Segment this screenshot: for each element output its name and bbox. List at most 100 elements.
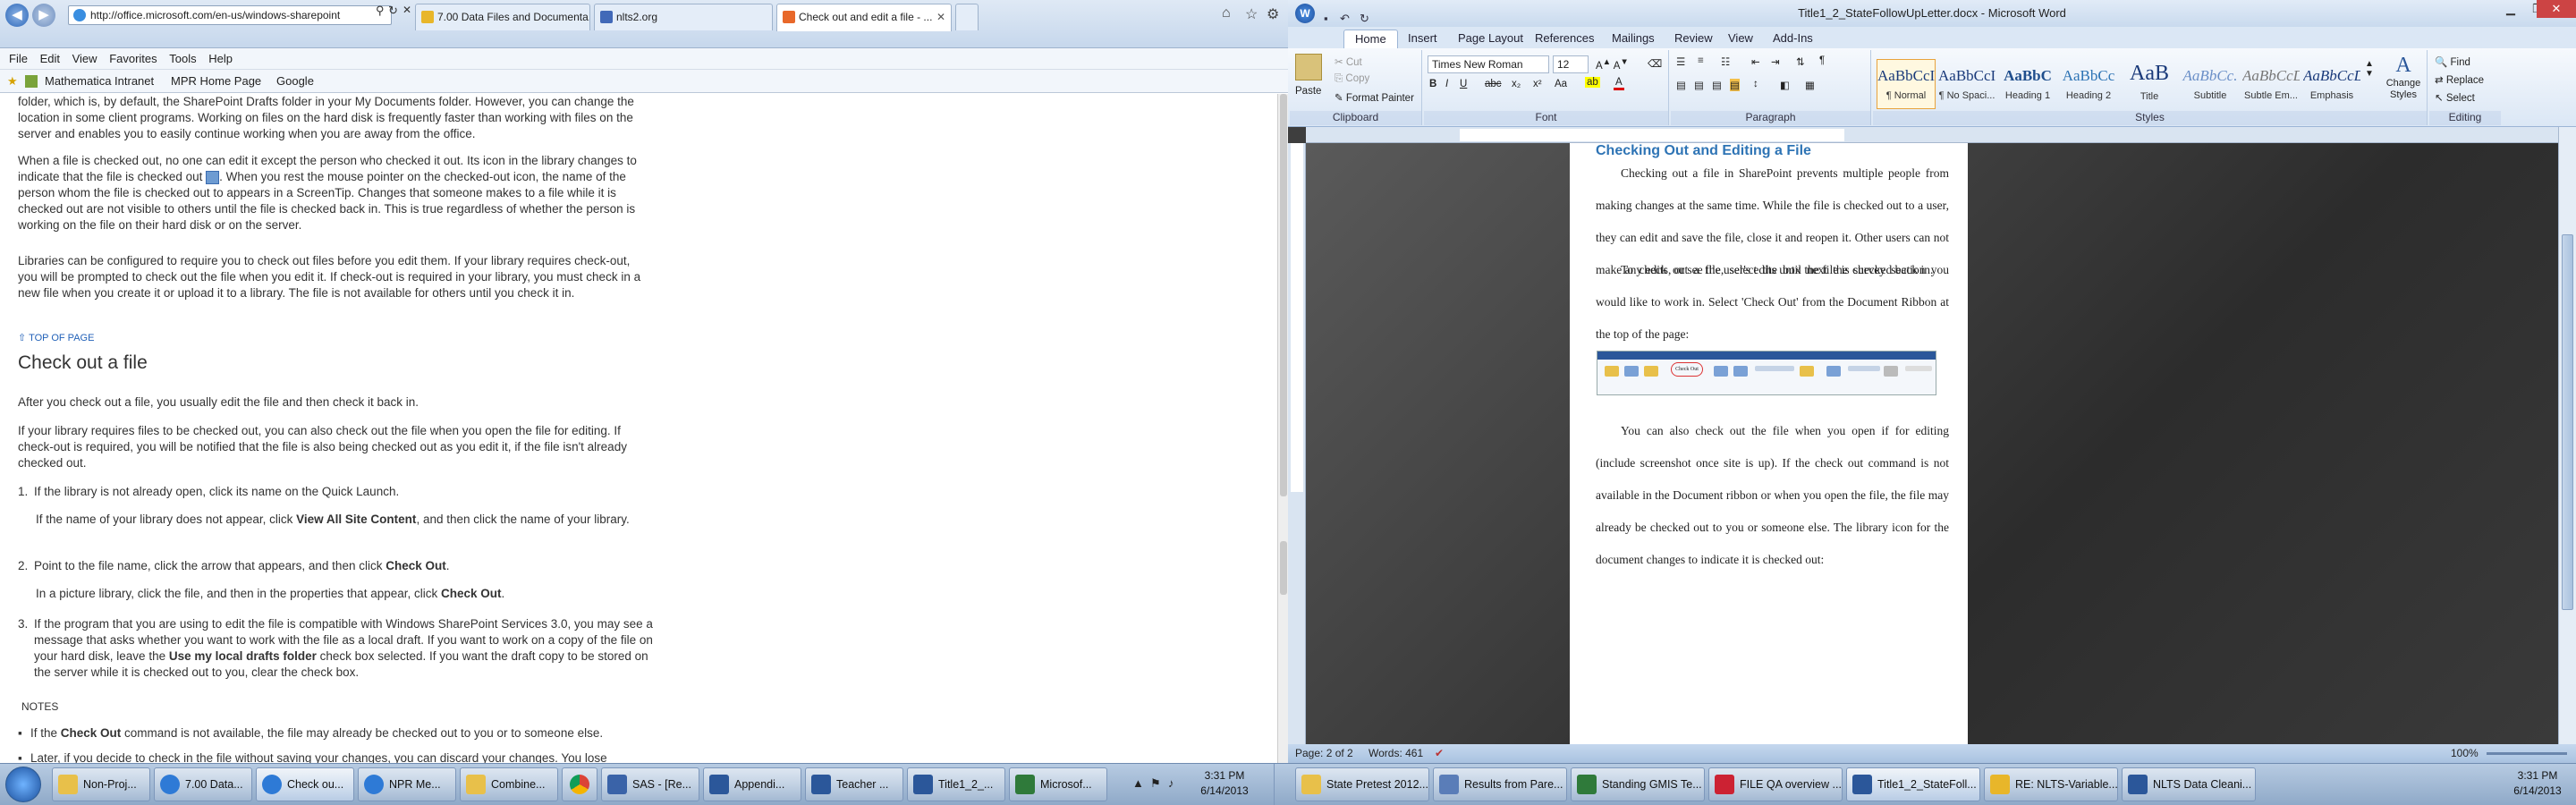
tab-insert[interactable]: Insert	[1397, 30, 1448, 48]
word-vertical-scrollbar[interactable]	[2558, 127, 2576, 744]
forward-button[interactable]: ▶	[32, 4, 55, 27]
styles-scroll-icon[interactable]: ▲ ▼	[2365, 59, 2374, 79]
back-button[interactable]: ◀	[5, 4, 29, 27]
font-name-select[interactable]: Times New Roman	[1428, 55, 1549, 73]
gear-icon[interactable]: ⚙	[1267, 5, 1279, 23]
top-of-page-link[interactable]: ⇧ TOP OF PAGE	[18, 330, 94, 346]
menu-help[interactable]: Help	[199, 48, 233, 65]
tray-flag-icon[interactable]: ⚑	[1150, 776, 1161, 791]
show-desktop-button[interactable]	[1274, 764, 1286, 805]
taskbar-re-nlts[interactable]: RE: NLTS-Variable...	[1984, 767, 2118, 801]
line-spacing-icon[interactable]: ↕	[1753, 79, 1758, 89]
zoom-level[interactable]: 100%	[2451, 744, 2479, 763]
strikethrough-icon[interactable]: abc	[1485, 79, 1502, 89]
tab-nlts2[interactable]: nlts2.org	[594, 4, 773, 30]
close-tab-icon[interactable]: ✕	[936, 4, 945, 30]
menu-favorites[interactable]: Favorites	[100, 48, 157, 65]
tab-data-files[interactable]: 7.00 Data Files and Documenta...	[415, 4, 590, 30]
favorites-star-icon[interactable]: ☆	[1245, 5, 1258, 23]
clock[interactable]: 3:31 PM 6/14/2013	[2506, 768, 2569, 799]
align-left-icon[interactable]: ▤	[1676, 79, 1686, 91]
underline-icon[interactable]: U	[1460, 79, 1467, 89]
taskbar-title1[interactable]: Title1_2_...	[907, 767, 1005, 801]
taskbar-npr[interactable]: NPR Me...	[358, 767, 456, 801]
document-page[interactable]: Checking Out and Editing a File Checking…	[1570, 143, 1968, 744]
taskbar-results[interactable]: Results from Pare...	[1433, 767, 1567, 801]
clock[interactable]: 3:31 PM 6/14/2013	[1193, 768, 1256, 799]
style-emphasis[interactable]: AaBbCcD Emphasis	[2302, 59, 2361, 109]
horizontal-ruler[interactable]	[1306, 127, 2558, 143]
scroll-thumb[interactable]	[2562, 234, 2573, 610]
taskbar-standing-gmis[interactable]: Standing GMIS Te...	[1571, 767, 1705, 801]
taskbar-check-out[interactable]: Check ou...	[256, 767, 354, 801]
link-text[interactable]: TOP OF PAGE	[29, 333, 94, 343]
taskbar-sas[interactable]: SAS - [Re...	[601, 767, 699, 801]
menu-file[interactable]: File	[0, 48, 28, 65]
copy-button[interactable]: ⎘ Copy	[1335, 73, 1369, 85]
select-button[interactable]: ↖ Select	[2435, 91, 2475, 104]
stop-icon[interactable]: ✕	[402, 4, 411, 16]
borders-icon[interactable]: ▦	[1805, 79, 1815, 91]
increase-indent-icon[interactable]: ⇥	[1771, 55, 1780, 68]
tab-check-out[interactable]: Check out and edit a file - ... ✕	[776, 4, 952, 31]
font-size-select[interactable]: 12	[1553, 55, 1589, 73]
show-marks-icon[interactable]: ¶	[1819, 55, 1825, 66]
replace-button[interactable]: ⇄ Replace	[2435, 73, 2484, 86]
style-normal[interactable]: AaBbCcI ¶ Normal	[1877, 59, 1936, 109]
home-icon[interactable]: ⌂	[1222, 5, 1231, 21]
style-subtle-emphasis[interactable]: AaBbCcD Subtle Em...	[2241, 59, 2301, 109]
bullets-icon[interactable]: ☰	[1676, 55, 1685, 68]
close-button[interactable]: ✕	[2537, 0, 2576, 18]
tab-references[interactable]: References	[1524, 30, 1605, 48]
tab-mailings[interactable]: Mailings	[1601, 30, 1665, 48]
change-case-icon[interactable]: Aa	[1555, 79, 1567, 89]
tab-page-layout[interactable]: Page Layout	[1447, 30, 1534, 48]
favorite-mathematica-intranet[interactable]: Mathematica Intranet	[45, 74, 154, 88]
justify-icon[interactable]: ▤	[1730, 79, 1740, 91]
taskbar-title1-word[interactable]: Title1_2_StateFoll...	[1846, 767, 1980, 801]
sort-icon[interactable]: ⇅	[1796, 55, 1805, 68]
taskbar-appendix[interactable]: Appendi...	[703, 767, 801, 801]
office-button[interactable]: W	[1295, 4, 1315, 23]
vertical-ruler[interactable]	[1288, 143, 1306, 744]
align-right-icon[interactable]: ▤	[1712, 79, 1722, 91]
decrease-indent-icon[interactable]: ⇤	[1751, 55, 1760, 68]
grow-font-icon[interactable]: A▲ A▼	[1596, 57, 1629, 72]
italic-icon[interactable]: I	[1445, 79, 1448, 89]
ie-scrollbar[interactable]	[1277, 94, 1288, 763]
word-count[interactable]: Words: 461	[1368, 744, 1423, 763]
style-no-spacing[interactable]: AaBbCcI ¶ No Spaci...	[1937, 59, 1996, 109]
format-painter-button[interactable]: ✎ Format Painter	[1335, 91, 1414, 104]
cut-button[interactable]: ✂ Cut	[1335, 55, 1362, 68]
minimize-button[interactable]: ▁	[2497, 0, 2524, 18]
taskbar-non-proj[interactable]: Non-Proj...	[52, 767, 150, 801]
paste-button[interactable]: Paste	[1295, 86, 1321, 97]
taskbar-teacher[interactable]: Teacher ...	[805, 767, 903, 801]
proofing-icon[interactable]: ✔	[1435, 744, 1444, 763]
style-heading-2[interactable]: AaBbCc Heading 2	[2059, 59, 2118, 109]
new-tab-button[interactable]	[955, 4, 979, 30]
taskbar-data-files[interactable]: 7.00 Data...	[154, 767, 252, 801]
tab-view[interactable]: View	[1717, 30, 1764, 48]
find-button[interactable]: 🔍 Find	[2435, 55, 2470, 68]
tray-network-icon[interactable]: ▲	[1132, 776, 1144, 790]
favorite-google[interactable]: Google	[276, 74, 314, 88]
multilevel-list-icon[interactable]: ☷	[1721, 55, 1730, 68]
favorite-mpr-home-page[interactable]: MPR Home Page	[171, 74, 261, 88]
taskbar-nlts-cleaning[interactable]: NLTS Data Cleani...	[2122, 767, 2256, 801]
menu-view[interactable]: View	[64, 48, 97, 65]
tab-add-icon[interactable]	[25, 75, 38, 88]
style-title[interactable]: AaB Title	[2120, 59, 2179, 109]
page-count[interactable]: Page: 2 of 2	[1295, 744, 1353, 763]
refresh-icon[interactable]: ↻	[388, 4, 398, 18]
address-bar[interactable]: http://office.microsoft.com/en-us/window…	[68, 5, 392, 25]
numbering-icon[interactable]: ≡	[1698, 55, 1704, 66]
taskbar-microsoft[interactable]: Microsof...	[1009, 767, 1107, 801]
change-styles-button[interactable]: A Change Styles	[2381, 54, 2426, 101]
subscript-icon[interactable]: x₂	[1512, 79, 1521, 89]
menu-tools[interactable]: Tools	[160, 48, 196, 65]
scroll-thumb[interactable]	[1280, 94, 1287, 496]
taskbar-state-pretest[interactable]: State Pretest 2012...	[1295, 767, 1429, 801]
font-color-icon[interactable]: A	[1614, 77, 1624, 90]
tab-home[interactable]: Home	[1343, 30, 1398, 48]
